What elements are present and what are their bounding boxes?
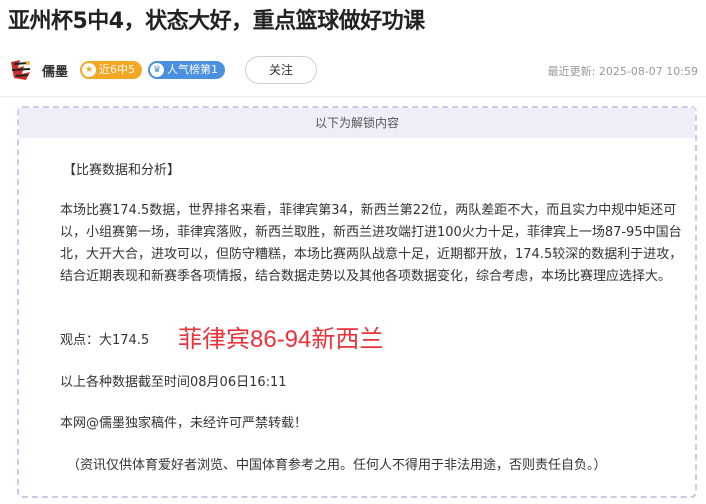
last-updated: 最近更新: 2025-08-07 10:59 xyxy=(548,63,698,79)
disclaimer-note: （资讯仅供体育爱好者浏览、中国体育参考之用。任何人不得用于非法用途，否则责任自负… xyxy=(67,458,607,473)
score-prediction: 菲律宾86-94新西兰 xyxy=(178,326,384,353)
data-cutoff-note: 以上各种数据截至时间08月06日16:11 xyxy=(60,375,287,390)
follow-button[interactable]: 关注 xyxy=(245,56,317,84)
section-title: 【比赛数据和分析】 xyxy=(63,163,181,178)
crown-icon: ♛ xyxy=(150,63,164,77)
last-updated-label: 最近更新: xyxy=(547,65,596,78)
author-bar: 儒墨 ★ 近6中5 ♛ 人气榜第1 关注 最近更新: 2025-08-07 10… xyxy=(8,56,706,84)
streak-badge-label: 近6中5 xyxy=(99,63,135,76)
article-title: 亚州杯5中4，状态大好，重点篮球做好功课 xyxy=(8,9,425,34)
popularity-badge-label: 人气榜第1 xyxy=(167,63,218,76)
author-name[interactable]: 儒墨 xyxy=(42,61,68,80)
divider xyxy=(0,96,706,97)
copyright-note: 本网@儒墨独家稿件，未经许可严禁转载！ xyxy=(60,416,308,431)
star-icon: ★ xyxy=(82,63,96,77)
author-logo-icon[interactable] xyxy=(8,58,34,82)
streak-badge: ★ 近6中5 xyxy=(80,61,142,79)
unlocked-content-header: 以下为解锁内容 xyxy=(19,108,695,138)
last-updated-time: 2025-08-07 10:59 xyxy=(598,65,698,78)
analysis-paragraph: 本场比赛174.5数据，世界排名来看，菲律宾第34，新西兰第22位，两队差距不大… xyxy=(60,200,685,288)
popularity-badge: ♛ 人气榜第1 xyxy=(148,61,225,79)
analysis-text: 本场比赛174.5数据，世界排名来看，菲律宾第34，新西兰第22位，两队差距不大… xyxy=(60,203,683,284)
view-label: 观点：大174.5 xyxy=(60,333,150,348)
